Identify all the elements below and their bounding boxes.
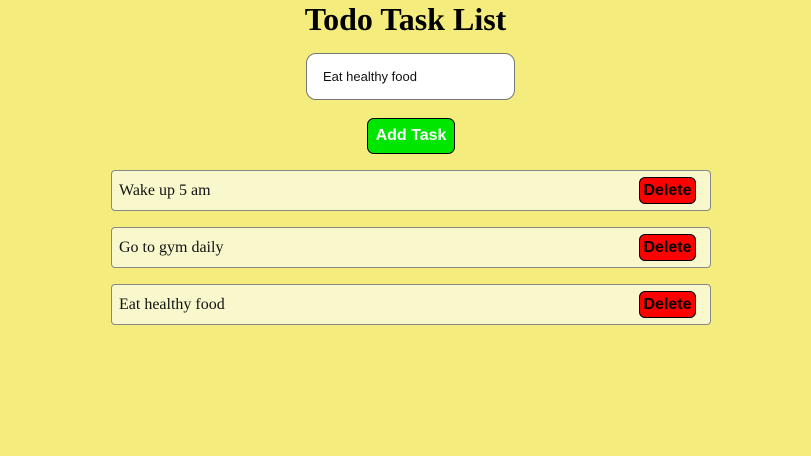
task-text: Wake up 5 am [119,181,211,199]
delete-button[interactable]: Delete [639,234,696,261]
task-item: Eat healthy food Delete [111,284,711,325]
task-item: Go to gym daily Delete [111,227,711,268]
page-title: Todo Task List [304,1,507,37]
delete-button[interactable]: Delete [639,291,696,318]
task-item: Wake up 5 am Delete [111,170,711,211]
delete-button[interactable]: Delete [639,177,696,204]
task-text: Eat healthy food [119,295,225,313]
task-input[interactable] [306,53,515,100]
task-list: Wake up 5 am Delete Go to gym daily Dele… [111,170,711,341]
add-task-button[interactable]: Add Task [367,118,455,154]
task-text: Go to gym daily [119,238,224,256]
